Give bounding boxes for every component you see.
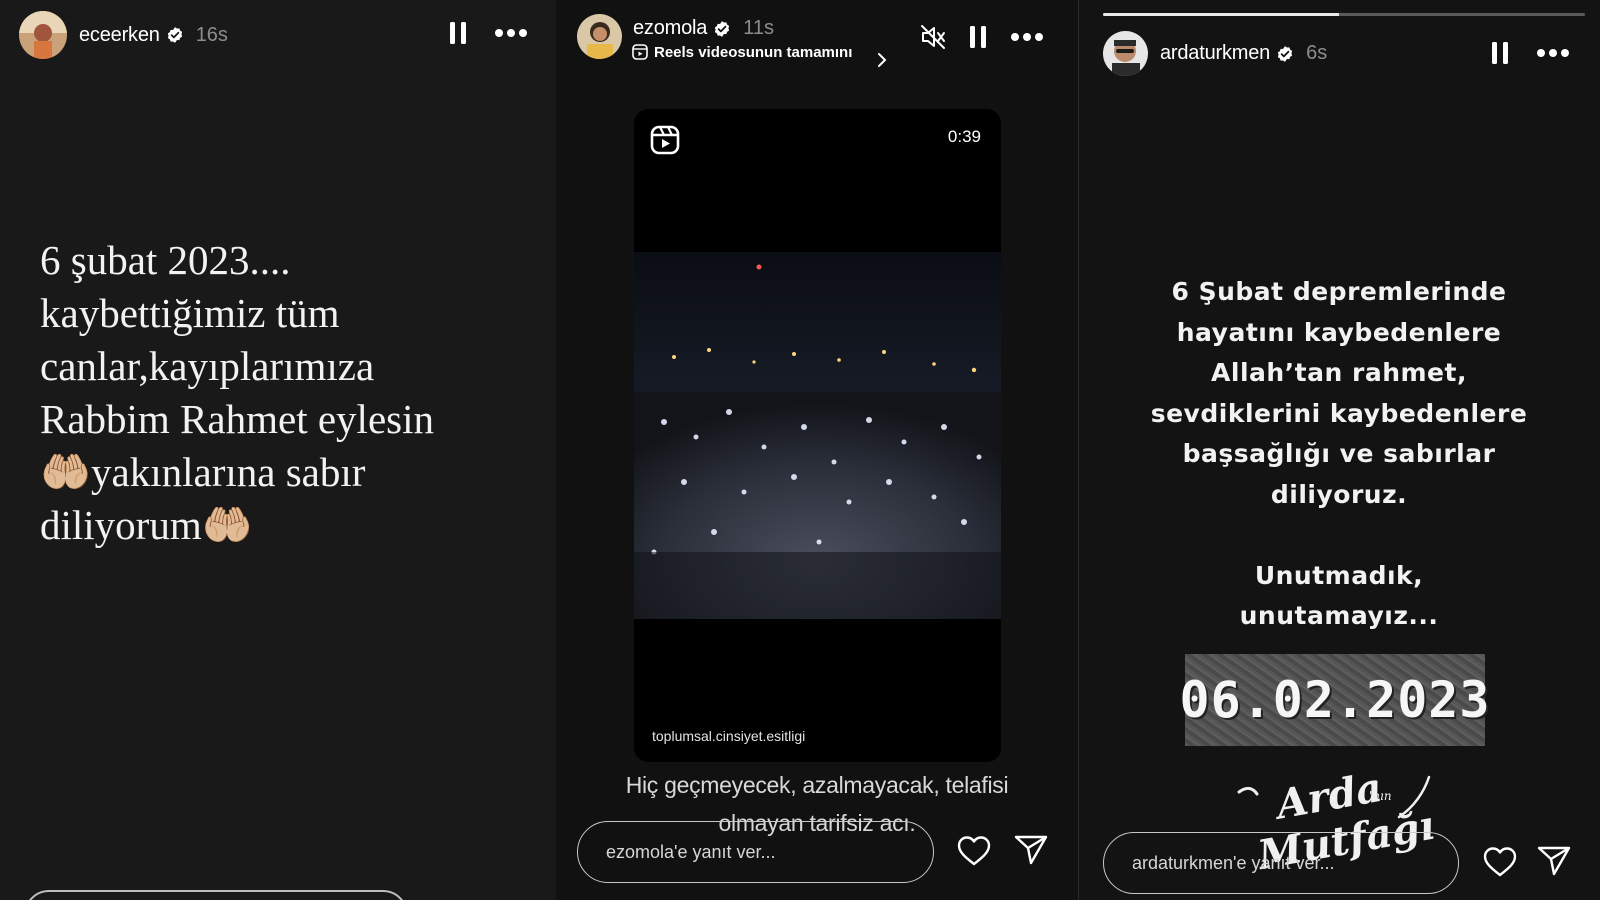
story-line: kaybettiğimiz tüm (40, 290, 340, 336)
share-icon[interactable] (1014, 834, 1048, 866)
date-plate: 06.02.2023 (1179, 654, 1490, 746)
pause-icon[interactable] (1490, 40, 1510, 66)
story-line: sevdiklerini kaybedenlere (1150, 398, 1528, 428)
svg-text:'nın: 'nın (1369, 789, 1392, 803)
username[interactable]: ardaturkmen (1160, 42, 1270, 65)
story-line: 🤲🏼yakınlarına sabır (40, 449, 366, 495)
mute-icon[interactable] (920, 24, 946, 50)
story-text: 6 şubat 2023.... kaybettiğimiz tüm canla… (40, 234, 540, 552)
verified-badge-icon (715, 20, 730, 37)
avatar[interactable] (19, 11, 67, 59)
story-panel-eceerken: eceerken 16s 6 şubat 2023.... kaybettiği… (0, 0, 556, 900)
pause-icon[interactable] (968, 24, 988, 50)
story-panel-ezomola: ezomola 11s Reels videosunun tamamını 0:… (556, 0, 1078, 900)
story-progress-bar (1103, 13, 1585, 16)
reel-video-thumbnail[interactable] (634, 252, 1001, 619)
share-icon[interactable] (1537, 845, 1571, 877)
like-icon[interactable] (1483, 846, 1517, 878)
story-line: hayatını kaybedenlere (1176, 317, 1502, 347)
reel-source-handle: toplumsal.cinsiyet.esitligi (652, 728, 806, 744)
story-line: unutamayız... (1239, 601, 1439, 631)
date-plate-text: 06.02.2023 (1179, 671, 1491, 729)
caption-line: Hiç geçmeyecek, azalmayacak, telafisi (625, 772, 1009, 798)
story-controls (920, 24, 1044, 50)
story-age: 6s (1306, 42, 1328, 64)
story-line: Allah’tan rahmet, (1211, 358, 1467, 388)
story-line: Unutmadık, (1254, 560, 1424, 590)
story-age: 16s (195, 23, 228, 46)
reels-icon (650, 125, 680, 155)
reels-icon (632, 44, 648, 60)
reply-input[interactable]: ezomola'e yanıt ver... (577, 821, 934, 883)
story-line: başsağlığı ve sabırlar (1182, 439, 1496, 469)
verified-badge-icon (1277, 45, 1293, 62)
story-controls (1490, 40, 1570, 66)
pause-icon[interactable] (448, 20, 468, 46)
story-line: Rabbim Rahmet eylesin (40, 396, 434, 442)
verified-badge-icon (167, 27, 182, 43)
more-icon[interactable] (1010, 32, 1044, 42)
story-progress-fill (1103, 13, 1340, 16)
more-icon[interactable] (1536, 48, 1570, 58)
reply-input[interactable] (24, 890, 408, 900)
more-icon[interactable] (494, 28, 528, 38)
avatar[interactable] (1103, 31, 1148, 76)
reels-link[interactable]: Reels videosunun tamamını (632, 36, 888, 68)
story-controls (448, 20, 528, 46)
story-line: 6 şubat 2023.... (40, 237, 291, 283)
story-panel-ardaturkmen: ardaturkmen 6s 6 Şubat depremlerinde hay… (1079, 0, 1600, 900)
username[interactable]: eceerken (79, 24, 160, 47)
story-line: diliyorum🤲🏼 (40, 502, 253, 548)
reel-preview-card[interactable]: 0:39 toplumsal.cinsiyet.esitligi (634, 109, 1001, 762)
avatar[interactable] (577, 14, 622, 59)
story-line: canlar,kayıplarımıza (40, 343, 375, 389)
story-line: diliyoruz. (1270, 479, 1408, 509)
story-line: 6 Şubat depremlerinde (1171, 277, 1507, 306)
story-text: 6 Şubat depremlerinde hayatını kaybedenl… (1109, 272, 1569, 637)
reel-duration: 0:39 (947, 127, 981, 146)
chevron-right-icon[interactable] (876, 52, 888, 68)
like-icon[interactable] (957, 835, 991, 867)
reply-input[interactable]: ardaturkmen'e yanıt ver... (1103, 832, 1459, 894)
reels-link-label: Reels videosunun tamamını (654, 43, 853, 61)
